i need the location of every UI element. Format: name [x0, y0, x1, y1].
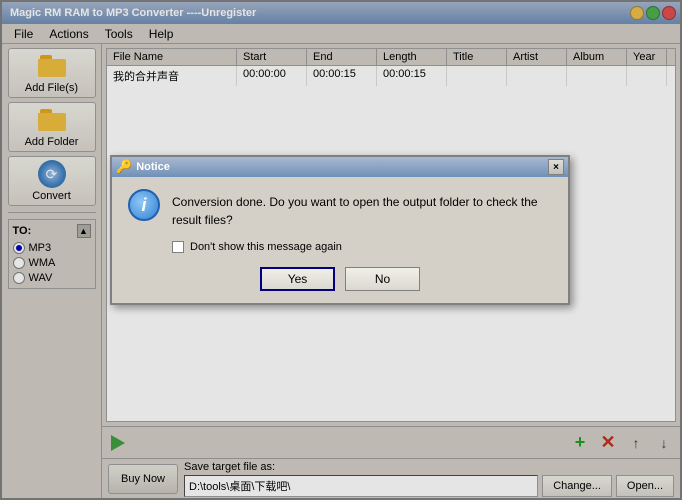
info-icon: i [128, 189, 160, 221]
no-button[interactable]: No [345, 267, 420, 291]
yes-button[interactable]: Yes [260, 267, 335, 291]
dialog-message: Conversion done. Do you want to open the… [172, 189, 552, 229]
dialog-title-text: Notice [136, 161, 170, 173]
notice-dialog: 🔑 Notice × i Conversion done. Do you wan… [110, 155, 570, 305]
dialog-content: i Conversion done. Do you want to open t… [128, 189, 552, 229]
dialog-title: 🔑 Notice [116, 159, 170, 175]
dialog-overlay: 🔑 Notice × i Conversion done. Do you wan… [0, 0, 682, 500]
dialog-body: i Conversion done. Do you want to open t… [112, 177, 568, 303]
dialog-buttons: Yes No [128, 267, 552, 291]
dialog-title-bar: 🔑 Notice × [112, 157, 568, 177]
dont-show-row: Don't show this message again [172, 241, 552, 253]
dont-show-checkbox[interactable] [172, 241, 184, 253]
dont-show-label: Don't show this message again [190, 241, 342, 253]
key-icon: 🔑 [116, 159, 132, 175]
dialog-close-button[interactable]: × [548, 159, 564, 175]
